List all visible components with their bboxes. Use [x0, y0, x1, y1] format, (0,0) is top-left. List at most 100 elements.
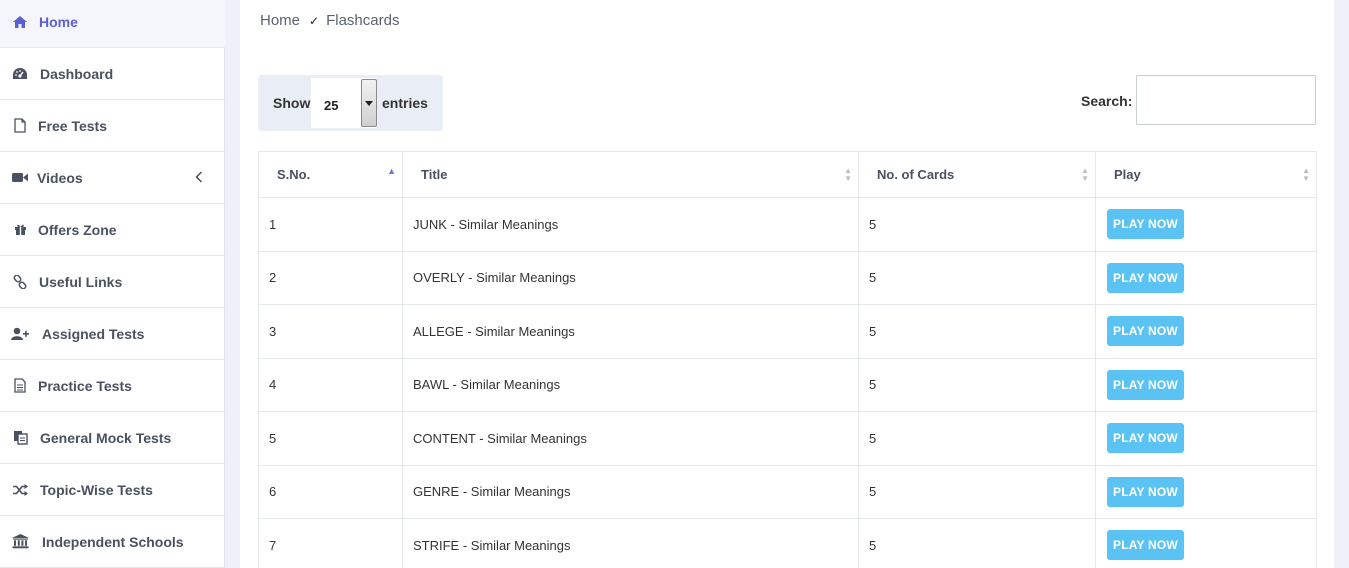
sidebar: Home Dashboard Free Tests Videos Offers … [0, 0, 225, 568]
breadcrumb: Home ✓ Flashcards [260, 12, 399, 29]
play-now-button[interactable]: PLAY NOW [1107, 530, 1184, 561]
search-label: Search: [1081, 93, 1133, 109]
breadcrumb-check-icon: ✓ [309, 13, 320, 28]
file-icon [11, 118, 29, 134]
sidebar-item-label: Useful Links [39, 273, 123, 290]
cell-cards: 5 [858, 411, 1096, 466]
entries-label: entries [382, 95, 428, 111]
link-icon [11, 274, 29, 290]
sidebar-item-practice-tests[interactable]: Practice Tests [0, 360, 225, 412]
play-now-button[interactable]: PLAY NOW [1107, 476, 1184, 507]
table-row: 4 BAWL - Similar Meanings 5 PLAY NOW [258, 357, 1317, 412]
sidebar-item-useful-links[interactable]: Useful Links [0, 256, 225, 308]
sort-icon: ▲ ▼ [1081, 165, 1089, 183]
cell-title: STRIFE - Similar Meanings [402, 518, 859, 568]
sidebar-item-general-mock-tests[interactable]: General Mock Tests [0, 412, 225, 464]
sidebar-item-free-tests[interactable]: Free Tests [0, 100, 225, 152]
play-now-button[interactable]: PLAY NOW [1107, 209, 1184, 240]
sidebar-item-label: Independent Schools [42, 533, 184, 550]
home-icon [11, 14, 29, 30]
play-now-button[interactable]: PLAY NOW [1107, 316, 1184, 347]
video-camera-icon [11, 170, 29, 186]
cell-play: PLAY NOW [1095, 197, 1317, 252]
cell-play: PLAY NOW [1095, 411, 1317, 466]
cell-sno: 3 [258, 304, 403, 359]
cell-title: ALLEGE - Similar Meanings [402, 304, 859, 359]
entries-length-control: Show 25 entries [258, 75, 443, 131]
cell-play: PLAY NOW [1095, 357, 1317, 412]
user-plus-icon [11, 326, 29, 342]
cell-play: PLAY NOW [1095, 464, 1317, 519]
table-row: 7 STRIFE - Similar Meanings 5 PLAY NOW [258, 518, 1317, 568]
sidebar-item-assigned-tests[interactable]: Assigned Tests [0, 308, 225, 360]
play-now-button[interactable]: PLAY NOW [1107, 423, 1184, 454]
play-now-button[interactable]: PLAY NOW [1107, 369, 1184, 400]
sort-icon: ▲ ▼ [844, 165, 852, 183]
copy-icon [11, 430, 29, 446]
column-header-cards[interactable]: No. of Cards ▲ ▼ [858, 151, 1096, 198]
table-row: 3 ALLEGE - Similar Meanings 5 PLAY NOW [258, 304, 1317, 359]
sidebar-item-label: Practice Tests [38, 377, 132, 394]
bank-icon [11, 534, 29, 550]
sidebar-item-independent-schools[interactable]: Independent Schools [0, 516, 225, 568]
cell-cards: 5 [858, 357, 1096, 412]
main-panel: Home ✓ Flashcards Show 25 entries Search… [240, 0, 1334, 568]
entries-select-value: 25 [324, 98, 339, 113]
cell-play: PLAY NOW [1095, 304, 1317, 359]
cell-sno: 7 [258, 518, 403, 568]
shuffle-icon [11, 482, 29, 498]
dropdown-arrow-icon[interactable] [361, 79, 377, 127]
show-label: Show [273, 95, 311, 111]
cell-sno: 4 [258, 357, 403, 412]
sidebar-item-label: Offers Zone [38, 221, 117, 238]
cell-sno: 5 [258, 411, 403, 466]
flashcards-table: S.No. ▲ Title ▲ ▼ No. of Cards ▲ ▼ Play ▲ ▼ [258, 151, 1317, 568]
column-header-play[interactable]: Play ▲ ▼ [1095, 151, 1317, 198]
sidebar-item-label: Free Tests [38, 117, 107, 134]
search-input[interactable] [1136, 75, 1316, 125]
sidebar-item-label: Topic-Wise Tests [40, 481, 153, 498]
cell-play: PLAY NOW [1095, 250, 1317, 305]
column-header-sno[interactable]: S.No. ▲ [258, 151, 403, 198]
table-row: 1 JUNK - Similar Meanings 5 PLAY NOW [258, 197, 1317, 252]
cell-cards: 5 [858, 304, 1096, 359]
sidebar-item-home[interactable]: Home [0, 0, 225, 48]
cell-title: CONTENT - Similar Meanings [402, 411, 859, 466]
cell-cards: 5 [858, 518, 1096, 568]
cell-cards: 5 [858, 197, 1096, 252]
chevron-left-icon[interactable] [195, 170, 203, 186]
cell-title: JUNK - Similar Meanings [402, 197, 859, 252]
dashboard-icon [11, 66, 29, 82]
cell-sno: 2 [258, 250, 403, 305]
cell-title: OVERLY - Similar Meanings [402, 250, 859, 305]
cell-cards: 5 [858, 464, 1096, 519]
entries-select[interactable]: 25 [311, 78, 377, 128]
table-header-row: S.No. ▲ Title ▲ ▼ No. of Cards ▲ ▼ Play ▲ ▼ [258, 151, 1317, 198]
table-row: 5 CONTENT - Similar Meanings 5 PLAY NOW [258, 411, 1317, 466]
table-row: 2 OVERLY - Similar Meanings 5 PLAY NOW [258, 250, 1317, 305]
cell-cards: 5 [858, 250, 1096, 305]
sidebar-item-dashboard[interactable]: Dashboard [0, 48, 225, 100]
sidebar-item-label: General Mock Tests [40, 429, 172, 446]
sidebar-item-label: Dashboard [40, 65, 114, 82]
cell-sno: 6 [258, 464, 403, 519]
sidebar-item-label: Home [39, 13, 78, 30]
cell-title: BAWL - Similar Meanings [402, 357, 859, 412]
play-now-button[interactable]: PLAY NOW [1107, 262, 1184, 293]
breadcrumb-home-link[interactable]: Home [260, 12, 300, 29]
file-text-icon [11, 378, 29, 394]
sidebar-item-videos[interactable]: Videos [0, 152, 225, 204]
cell-sno: 1 [258, 197, 403, 252]
cell-play: PLAY NOW [1095, 518, 1317, 568]
gift-icon [11, 222, 29, 238]
sort-icon: ▲ ▼ [1302, 165, 1310, 183]
table-row: 6 GENRE - Similar Meanings 5 PLAY NOW [258, 464, 1317, 519]
cell-title: GENRE - Similar Meanings [402, 464, 859, 519]
breadcrumb-current: Flashcards [326, 12, 400, 29]
sidebar-item-label: Assigned Tests [42, 325, 145, 342]
sidebar-item-label: Videos [37, 169, 83, 186]
sidebar-item-offers-zone[interactable]: Offers Zone [0, 204, 225, 256]
sort-ascending-icon: ▲ [387, 166, 396, 176]
sidebar-item-topic-wise-tests[interactable]: Topic-Wise Tests [0, 464, 225, 516]
column-header-title[interactable]: Title ▲ ▼ [402, 151, 859, 198]
